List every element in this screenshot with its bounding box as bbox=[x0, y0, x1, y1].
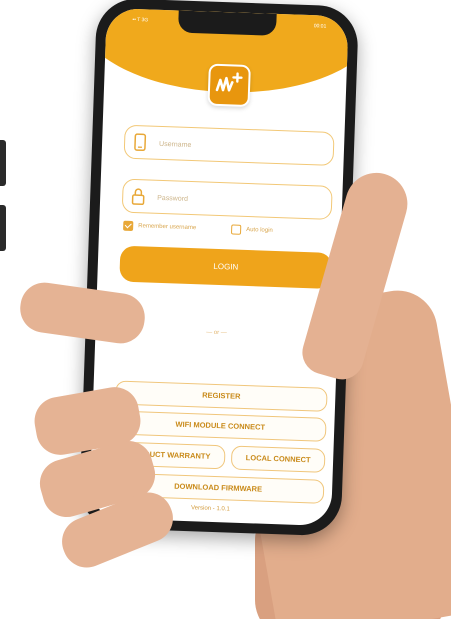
local-connect-button[interactable]: LOCAL CONNECT bbox=[230, 445, 326, 473]
photo-stage: •• T 3G 00:01 Username Remember username… bbox=[0, 0, 451, 619]
app-logo-icon bbox=[207, 63, 251, 108]
auto-login-toggle[interactable]: Auto login bbox=[230, 224, 273, 235]
side-button-upper bbox=[0, 140, 6, 186]
remember-username-toggle[interactable]: Remember username bbox=[123, 220, 197, 234]
status-bar-carrier: •• T 3G bbox=[132, 16, 149, 24]
auto-login-checkbox[interactable] bbox=[230, 224, 242, 235]
phone-notch bbox=[177, 10, 277, 36]
side-button-lower bbox=[0, 205, 6, 251]
status-bar-time: 00:01 bbox=[313, 23, 327, 30]
username-input[interactable] bbox=[156, 134, 322, 159]
password-input[interactable] bbox=[154, 188, 320, 213]
lock-icon bbox=[131, 187, 146, 206]
login-button[interactable]: LOGIN bbox=[119, 245, 333, 289]
username-field[interactable] bbox=[123, 124, 335, 166]
password-field[interactable] bbox=[121, 178, 333, 220]
auto-login-label: Auto login bbox=[246, 226, 273, 234]
remember-username-checkbox[interactable] bbox=[123, 220, 134, 232]
remember-username-label: Remember username bbox=[138, 223, 197, 232]
wifi-module-connect-button[interactable]: WIFI MODULE CONNECT bbox=[113, 410, 327, 442]
phone-icon bbox=[133, 133, 148, 152]
register-button[interactable]: REGISTER bbox=[114, 380, 328, 412]
